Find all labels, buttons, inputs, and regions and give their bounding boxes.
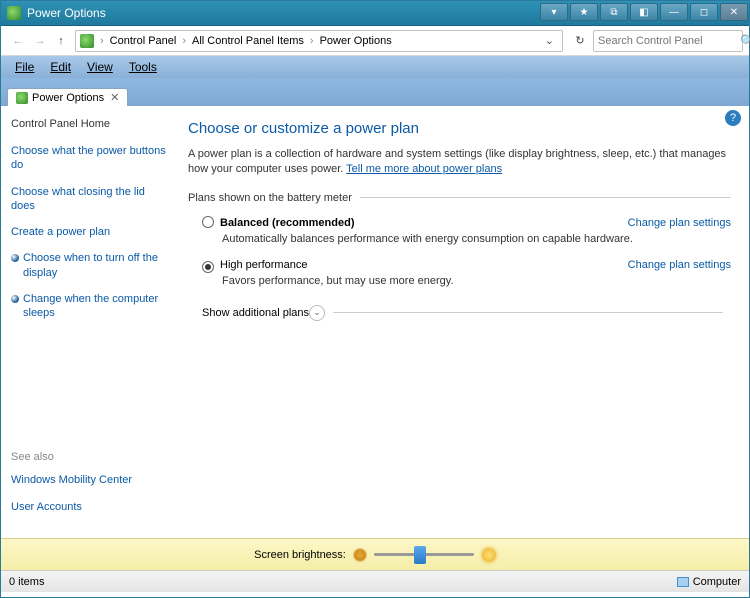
page-description: A power plan is a collection of hardware… [188, 147, 731, 178]
menu-view[interactable]: View [79, 58, 121, 76]
menu-tools[interactable]: Tools [121, 58, 165, 76]
chevron-right-icon: › [98, 35, 106, 47]
power-options-icon [16, 92, 28, 104]
search-input[interactable]: 🔍 [593, 30, 743, 52]
sidebar-link-display-off[interactable]: Choose when to turn off the display [11, 251, 166, 280]
titlebar-aux-2[interactable]: ★ [570, 3, 598, 21]
search-field[interactable] [598, 35, 740, 47]
document-tab[interactable]: Power Options ✕ [7, 88, 128, 106]
computer-icon [677, 577, 689, 587]
brightness-high-icon [482, 548, 496, 562]
breadcrumb-dropdown[interactable]: ⌄ [541, 34, 558, 47]
sidebar-link-lid[interactable]: Choose what closing the lid does [11, 185, 166, 214]
menu-edit[interactable]: Edit [42, 58, 79, 76]
page-heading: Choose or customize a power plan [188, 120, 731, 137]
sidebar-link-sleep[interactable]: Change when the computer sleeps [11, 292, 166, 321]
plan-description: Automatically balances performance with … [222, 233, 731, 245]
window-title: Power Options [27, 6, 106, 20]
back-button[interactable]: ← [7, 30, 29, 52]
see-also-label: See also [11, 451, 166, 463]
see-also-user-accounts[interactable]: User Accounts [11, 500, 166, 514]
chevron-right-icon: › [180, 35, 188, 47]
change-plan-settings-link[interactable]: Change plan settings [628, 217, 731, 229]
brightness-low-icon [354, 549, 366, 561]
expand-button[interactable]: ⌄ [309, 305, 325, 321]
plan-name[interactable]: High performance [220, 259, 307, 271]
brightness-slider[interactable] [374, 553, 474, 556]
change-plan-settings-link[interactable]: Change plan settings [628, 259, 731, 271]
bullet-icon [11, 254, 19, 262]
power-plan-balanced: Balanced (recommended) Change plan setti… [202, 214, 731, 245]
breadcrumb[interactable]: › Control Panel › All Control Panel Item… [75, 30, 563, 52]
titlebar-aux-3[interactable]: ⧉ [600, 3, 628, 21]
power-plan-high-performance: High performance Change plan settings Fa… [202, 259, 731, 287]
control-panel-icon [80, 34, 94, 48]
plans-section-title: Plans shown on the battery meter [188, 192, 731, 204]
plan-description: Favors performance, but may use more ene… [222, 275, 731, 287]
sidebar-link-create-plan[interactable]: Create a power plan [11, 225, 166, 239]
status-location: Computer [693, 576, 741, 588]
app-icon [7, 6, 21, 20]
up-button[interactable]: ↑ [51, 31, 71, 51]
forward-button[interactable]: → [29, 30, 51, 52]
titlebar-aux-4[interactable]: ◧ [630, 3, 658, 21]
brightness-bar: Screen brightness: [1, 538, 749, 570]
search-icon[interactable]: 🔍 [740, 34, 750, 48]
tab-close-button[interactable]: ✕ [110, 91, 119, 104]
brightness-slider-thumb[interactable] [414, 546, 426, 564]
titlebar-aux-1[interactable]: ▾ [540, 3, 568, 21]
breadcrumb-item[interactable]: All Control Panel Items [188, 35, 308, 47]
plan-name[interactable]: Balanced (recommended) [220, 217, 354, 229]
radio-balanced[interactable] [202, 216, 214, 228]
bullet-icon [11, 295, 19, 303]
radio-high-performance[interactable] [202, 261, 214, 273]
menu-file[interactable]: File [7, 58, 42, 76]
tab-title: Power Options [32, 92, 104, 104]
chevron-right-icon: › [308, 35, 316, 47]
maximize-button[interactable]: ◻ [690, 3, 718, 21]
sidebar-link-power-buttons[interactable]: Choose what the power buttons do [11, 144, 166, 173]
breadcrumb-item[interactable]: Power Options [316, 35, 396, 47]
close-button[interactable]: ✕ [720, 3, 748, 21]
refresh-button[interactable]: ↻ [570, 31, 590, 51]
tell-me-more-link[interactable]: Tell me more about power plans [346, 163, 502, 175]
show-additional-plans-label[interactable]: Show additional plans [202, 307, 309, 319]
status-item-count: 0 items [9, 576, 44, 588]
minimize-button[interactable]: — [660, 3, 688, 21]
control-panel-home-link[interactable]: Control Panel Home [11, 118, 166, 130]
brightness-label: Screen brightness: [254, 549, 346, 561]
help-icon[interactable]: ? [725, 110, 741, 126]
breadcrumb-item[interactable]: Control Panel [106, 35, 181, 47]
see-also-mobility[interactable]: Windows Mobility Center [11, 473, 166, 487]
